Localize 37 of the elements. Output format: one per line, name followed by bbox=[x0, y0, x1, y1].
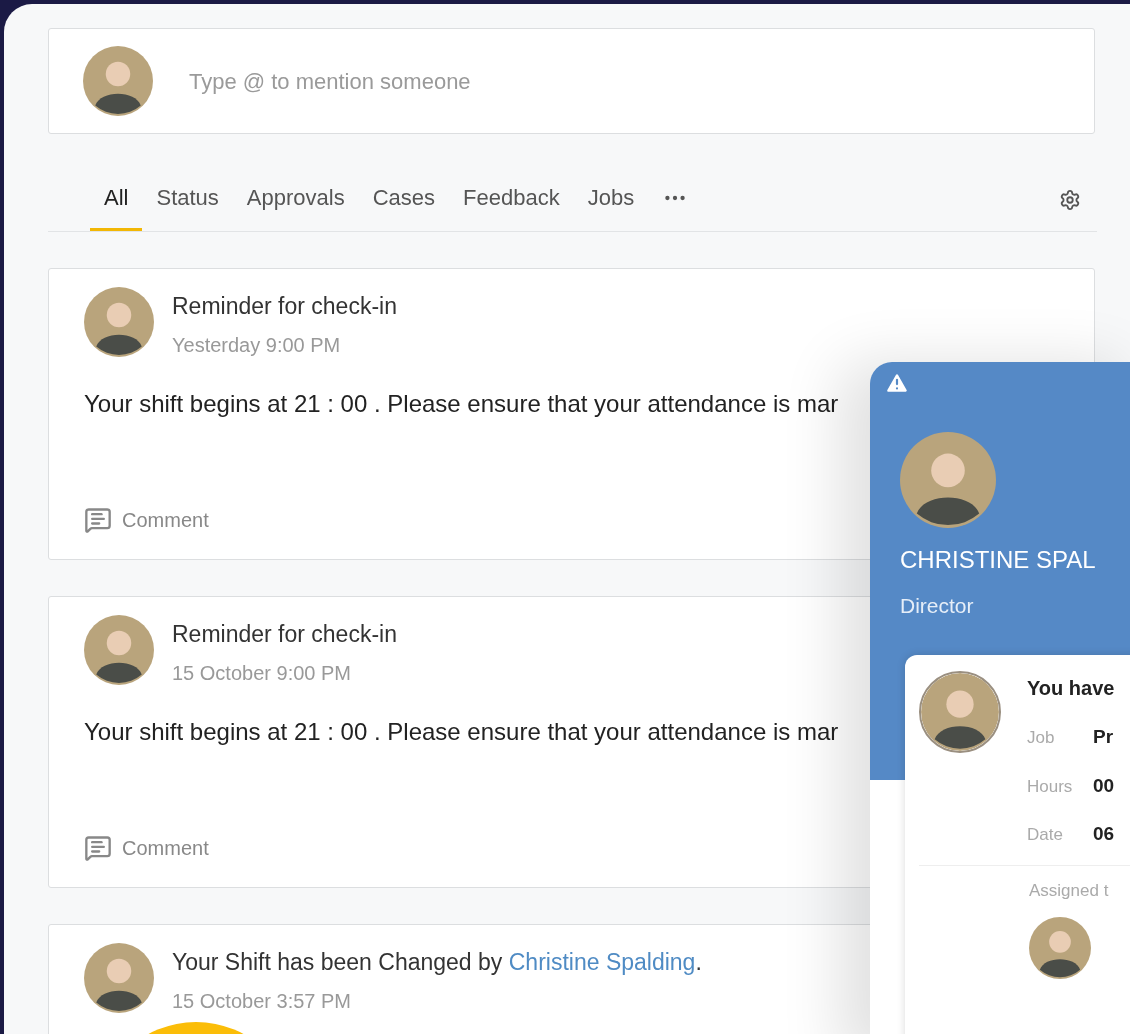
post-time: 15 October 9:00 PM bbox=[172, 660, 352, 686]
mention-input[interactable]: Type @ to mention someone bbox=[189, 64, 1094, 98]
post-title: Reminder for check-in bbox=[172, 292, 397, 321]
filter-tab[interactable]: Jobs bbox=[573, 181, 649, 231]
assigned-label: Assigned t bbox=[1029, 880, 1109, 900]
field-value: 06 bbox=[1093, 822, 1115, 846]
filter-tab[interactable]: Feedback bbox=[449, 181, 574, 231]
post-time: Yesterday 9:00 PM bbox=[172, 332, 342, 358]
settings-icon[interactable] bbox=[1059, 189, 1081, 211]
field-label: Job bbox=[1027, 727, 1056, 749]
filter-tab[interactable]: All bbox=[90, 181, 143, 231]
avatar bbox=[1029, 917, 1091, 979]
post-time: 15 October 3:57 PM bbox=[172, 988, 352, 1014]
post-title: Your Shift has been Changed by Christine Spalding. bbox=[172, 948, 702, 977]
field-value: Pr bbox=[1093, 725, 1114, 749]
shift-heading: You have bbox=[1027, 676, 1115, 701]
profile-name: CHRISTINE SPAL bbox=[900, 545, 1097, 575]
field-label: Date bbox=[1027, 824, 1064, 846]
post-body: Your shift begins at 21 : 00 . Please ensure that your attendance is mar bbox=[84, 388, 839, 419]
comment-icon bbox=[84, 834, 112, 862]
comment-button[interactable]: Comment bbox=[84, 833, 209, 863]
avatar bbox=[84, 943, 154, 1013]
filter-tab[interactable]: Status bbox=[142, 181, 233, 231]
comment-icon bbox=[84, 506, 112, 534]
profile-role: Director bbox=[900, 593, 975, 619]
filter-tab[interactable]: Cases bbox=[358, 181, 450, 231]
field-value: 00 bbox=[1093, 773, 1115, 798]
post-title: Reminder for check-in bbox=[172, 620, 397, 649]
field-label: Hours bbox=[1027, 775, 1074, 798]
comment-button[interactable]: Comment bbox=[84, 505, 209, 535]
author-link[interactable]: Christine Spalding bbox=[508, 949, 696, 975]
avatar bbox=[84, 615, 154, 685]
filter-tab[interactable]: Approvals bbox=[232, 181, 359, 231]
avatar bbox=[84, 287, 154, 357]
avatar bbox=[83, 46, 153, 116]
mention-field[interactable]: Type @ to mention someone bbox=[48, 28, 1095, 134]
post-body: Your shift begins at 21 : 00 . Please ensure that your attendance is mar bbox=[84, 716, 839, 747]
